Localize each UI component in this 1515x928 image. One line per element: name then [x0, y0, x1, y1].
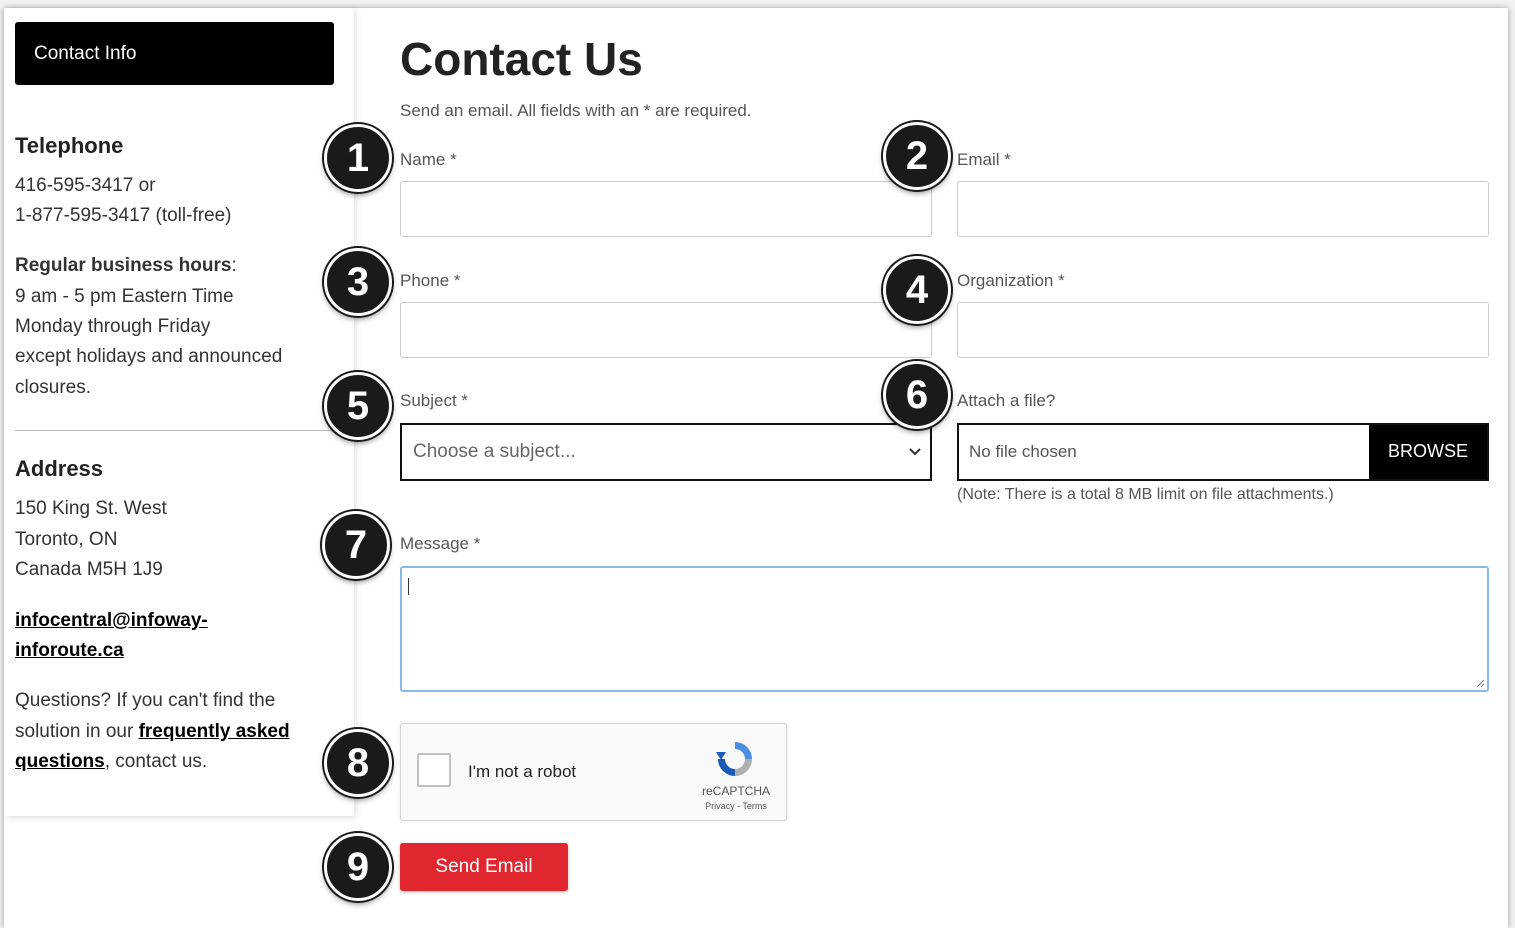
sidebar-divider [15, 430, 340, 431]
telephone-heading: Telephone [15, 133, 124, 158]
email-link[interactable]: inforoute.ca [15, 640, 124, 661]
email-link[interactable]: infocentral@infoway- [15, 610, 208, 631]
subject-select[interactable]: Choose a subject... [400, 423, 932, 481]
address-line: Toronto, ON [15, 529, 118, 550]
step-badge: 5 [324, 372, 392, 440]
recaptcha-label: I'm not a robot [468, 762, 577, 781]
recaptcha-terms[interactable]: Privacy - Terms [700, 801, 772, 811]
phone-tollfree: 1-877-595-3417 (toll-free) [15, 205, 232, 226]
faq-link[interactable]: frequently asked [139, 721, 290, 742]
questions-text: solution in our [15, 721, 139, 742]
step-badge: 9 [324, 833, 392, 901]
questions-line: questions, contact us. [15, 751, 207, 773]
step-badge: 7 [322, 511, 390, 579]
subject-label: Subject * [400, 391, 469, 410]
hours-heading-line: Regular business hours: [15, 255, 237, 277]
email-link-line: inforoute.ca [15, 640, 124, 662]
chevron-down-icon [908, 425, 922, 500]
questions-text: Questions? If you can't find the [15, 690, 276, 711]
address-line: Canada M5H 1J9 [15, 559, 163, 580]
name-input[interactable] [400, 181, 932, 237]
hours-colon: : [231, 255, 237, 276]
email-link-line: infocentral@infoway- [15, 610, 208, 632]
message-textarea[interactable] [400, 566, 1489, 692]
browse-button[interactable]: BROWSE [1369, 425, 1487, 479]
phone-local: 416-595-3417 or [15, 175, 156, 196]
step-badge: 6 [883, 361, 951, 429]
page-title: Contact Us [400, 33, 643, 85]
step-badge: 1 [324, 124, 392, 192]
faq-link[interactable]: questions [15, 751, 105, 772]
send-email-button[interactable]: Send Email [400, 843, 568, 891]
phone-input[interactable] [400, 302, 932, 358]
address-heading: Address [15, 456, 104, 481]
organization-input[interactable] [957, 302, 1489, 358]
email-label: Email * [957, 150, 1011, 169]
questions-line: solution in our frequently asked [15, 721, 290, 743]
email-input[interactable] [957, 181, 1489, 237]
questions-text: , contact us. [104, 751, 208, 772]
hours-heading: Regular business hours [15, 255, 232, 276]
step-badge: 2 [883, 122, 951, 190]
recaptcha-logo-icon [716, 742, 752, 776]
form-instructions: Send an email. All fields with an * are … [400, 101, 752, 120]
step-badge: 8 [324, 729, 392, 797]
file-input[interactable]: No file chosen BROWSE [957, 423, 1489, 481]
recaptcha-checkbox[interactable] [417, 753, 451, 787]
address-line: 150 King St. West [15, 498, 167, 519]
hours-line: closures. [15, 377, 92, 398]
hours-line: Monday through Friday [15, 316, 211, 337]
recaptcha-widget: I'm not a robot reCAPTCHA Privacy - Term… [400, 723, 787, 821]
sidebar-header: Contact Info [15, 22, 334, 85]
step-badge: 3 [324, 248, 392, 316]
hours-line: 9 am - 5 pm Eastern Time [15, 286, 234, 307]
recaptcha-brand: reCAPTCHA [701, 784, 770, 798]
file-status: No file chosen [969, 442, 1077, 461]
attachment-note: (Note: There is a total 8 MB limit on fi… [957, 486, 1334, 503]
subject-select-value: Choose a subject... [413, 441, 576, 462]
name-label: Name * [400, 150, 457, 169]
hours-line: except holidays and announced [15, 346, 283, 367]
phone-label: Phone * [400, 271, 461, 290]
text-caret [408, 578, 409, 595]
resize-handle-icon[interactable] [1475, 678, 1485, 688]
message-label: Message * [400, 534, 481, 553]
step-badge: 4 [883, 256, 951, 324]
organization-label: Organization * [957, 271, 1065, 290]
attach-label: Attach a file? [957, 391, 1056, 410]
